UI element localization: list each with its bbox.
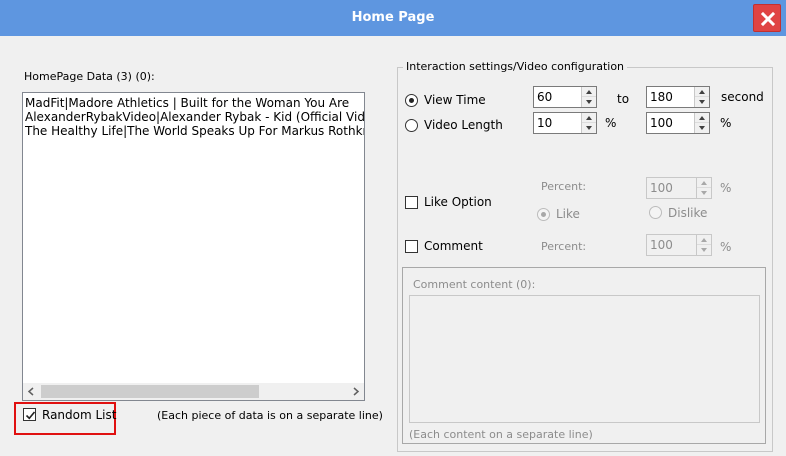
stepper-value: 100 [650,238,673,252]
stepper-value: 100 [650,181,673,195]
stepper-value: 10 [537,116,553,130]
checkmark-icon [25,411,36,420]
list-item: The Healthy Life|The World Speaks Up For… [25,124,364,138]
stepper-down-button[interactable] [582,123,596,133]
view-time-label[interactable]: View Time [424,93,486,107]
arrow-down-icon [699,126,705,130]
video-length-to-stepper[interactable]: 100 [646,112,710,134]
like-radio-label[interactable]: Like [556,207,580,221]
like-percent-unit: % [720,181,732,195]
stepper-value: 60 [537,90,553,104]
video-length-from-stepper[interactable]: 10 [533,112,597,134]
stepper-down-button[interactable] [695,123,709,133]
scroll-right-icon[interactable] [352,387,360,396]
random-list-checkbox[interactable] [23,408,36,421]
view-time-to-stepper[interactable]: 180 [646,86,710,108]
video-length-radio[interactable] [405,119,418,132]
comment-percent-unit: % [720,240,732,254]
close-button[interactable] [753,4,781,32]
stepper-up-button[interactable] [695,87,709,97]
video-length-from-unit: % [605,116,617,130]
random-list-label[interactable]: Random List [42,408,116,422]
arrow-down-icon [701,191,707,195]
comment-content-hint: (Each content on a separate line) [409,428,593,441]
arrow-up-icon [586,90,592,94]
video-length-label[interactable]: Video Length [424,118,503,132]
homepage-data-textbox[interactable]: MadFit|Madore Athletics | Built for the … [22,92,365,401]
interaction-settings-legend: Interaction settings/Video configuration [403,60,628,73]
stepper-down-button[interactable] [697,188,711,198]
stepper-up-button[interactable] [582,113,596,123]
arrow-up-icon [701,181,707,185]
like-radio[interactable] [537,208,550,221]
comment-label[interactable]: Comment [424,239,483,253]
dislike-radio-label[interactable]: Dislike [668,206,707,220]
comment-content-label: Comment content (0): [413,278,536,291]
list-item: MadFit|Madore Athletics | Built for the … [25,96,350,110]
comment-content-textbox[interactable] [409,295,760,423]
close-icon [760,11,776,27]
view-time-radio[interactable] [405,94,418,107]
arrow-up-icon [699,90,705,94]
scrollbar-thumb[interactable] [41,385,259,398]
like-percent-stepper[interactable]: 100 [646,177,712,199]
view-time-to-label: to [617,92,630,106]
comment-checkbox[interactable] [405,240,418,253]
arrow-up-icon [701,238,707,242]
dislike-radio[interactable] [649,206,662,219]
stepper-down-button[interactable] [695,97,709,107]
stepper-up-button[interactable] [697,178,711,188]
like-percent-label: Percent: [541,180,587,193]
arrow-down-icon [586,126,592,130]
window-title: Home Page [351,10,435,25]
arrow-up-icon [586,116,592,120]
homepage-data-label: HomePage Data (3) (0): [24,70,155,83]
arrow-down-icon [586,100,592,104]
comment-percent-label: Percent: [541,240,587,253]
stepper-up-button[interactable] [697,235,711,245]
stepper-down-button[interactable] [582,97,596,107]
view-time-from-stepper[interactable]: 60 [533,86,597,108]
arrow-up-icon [699,116,705,120]
arrow-down-icon [701,248,707,252]
horizontal-scrollbar[interactable] [23,383,364,400]
homepage-data-hint: (Each piece of data is on a separate lin… [157,409,383,422]
scroll-left-icon[interactable] [27,387,35,396]
like-option-label[interactable]: Like Option [424,195,492,209]
video-length-to-unit: % [720,116,732,130]
arrow-down-icon [699,100,705,104]
stepper-value: 180 [650,90,673,104]
stepper-down-button[interactable] [697,245,711,255]
stepper-up-button[interactable] [695,113,709,123]
like-option-checkbox[interactable] [405,196,418,209]
comment-percent-stepper[interactable]: 100 [646,234,712,256]
stepper-value: 100 [650,116,673,130]
view-time-unit: second [721,90,764,104]
stepper-up-button[interactable] [582,87,596,97]
list-item: AlexanderRybakVideo|Alexander Rybak - Ki… [25,110,364,124]
homepage-data-lines: MadFit|Madore Athletics | Built for the … [25,96,364,379]
